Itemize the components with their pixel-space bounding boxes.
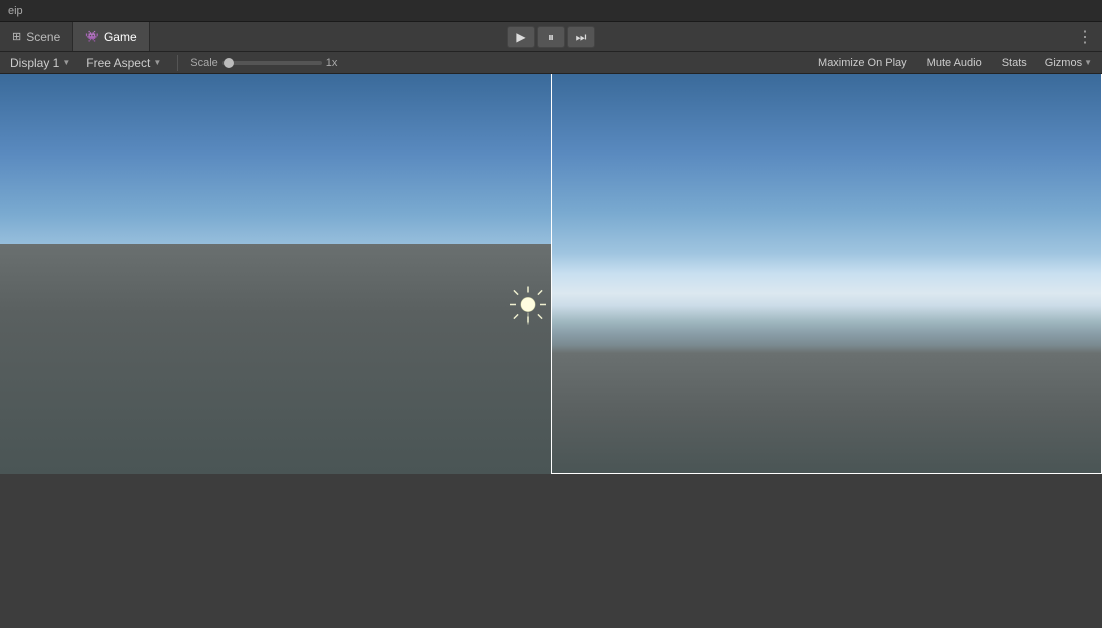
display-dropdown[interactable]: Display 1 ▼ — [6, 55, 74, 71]
game-view[interactable] — [551, 74, 1102, 474]
pause-icon: ⏸ — [548, 30, 554, 45]
aspect-label: Free Aspect — [86, 56, 150, 70]
step-icon: ⏭ — [576, 30, 587, 45]
sun-svg — [508, 285, 548, 325]
tab-bar-menu[interactable]: ⋮ — [1077, 27, 1094, 47]
scale-group: Scale 1x — [190, 57, 337, 69]
aspect-dropdown-arrow: ▼ — [153, 58, 161, 67]
gizmos-arrow: ▼ — [1084, 58, 1092, 67]
game-view-sky — [552, 74, 1101, 473]
pause-button[interactable]: ⏸ — [537, 26, 565, 48]
display-label: Display 1 — [10, 56, 59, 70]
stats-button[interactable]: Stats — [996, 56, 1033, 70]
gizmos-dropdown[interactable]: Gizmos ▼ — [1041, 56, 1096, 70]
game-tab-icon: 👾 — [85, 30, 99, 43]
title-bar: eip — [0, 0, 1102, 22]
play-controls: ▶ ⏸ ⏭ — [507, 26, 595, 48]
aspect-dropdown[interactable]: Free Aspect ▼ — [82, 55, 165, 71]
play-icon: ▶ — [516, 30, 525, 44]
scale-label: Scale — [190, 57, 218, 69]
step-button[interactable]: ⏭ — [567, 26, 595, 48]
tab-game[interactable]: 👾 Game — [73, 22, 149, 51]
scene-tab-label: Scene — [26, 30, 60, 44]
scale-slider[interactable] — [222, 61, 322, 65]
bottom-ground-area — [0, 474, 1102, 628]
play-button[interactable]: ▶ — [507, 26, 535, 48]
mute-audio-button[interactable]: Mute Audio — [921, 56, 988, 70]
tab-bar: ⊞ Scene 👾 Game ▶ ⏸ ⏭ ⋮ — [0, 22, 1102, 52]
title-text: eip — [8, 5, 23, 17]
display-dropdown-arrow: ▼ — [62, 58, 70, 67]
maximize-on-play-button[interactable]: Maximize On Play — [812, 56, 913, 70]
tab-scene[interactable]: ⊞ Scene — [0, 22, 73, 51]
viewport-divider — [551, 74, 552, 474]
toolbar-right: Maximize On Play Mute Audio Stats Gizmos… — [812, 56, 1096, 70]
scale-value: 1x — [326, 57, 338, 69]
directional-light-icon[interactable] — [508, 285, 548, 328]
toolbar-separator-1 — [177, 55, 178, 71]
toolbar: Display 1 ▼ Free Aspect ▼ Scale 1x Maxim… — [0, 52, 1102, 74]
viewport-area — [0, 74, 1102, 628]
scene-tab-icon: ⊞ — [12, 30, 21, 43]
game-tab-label: Game — [104, 30, 137, 44]
tab-menu-icon: ⋮ — [1077, 29, 1094, 46]
scale-slider-thumb — [224, 58, 234, 68]
